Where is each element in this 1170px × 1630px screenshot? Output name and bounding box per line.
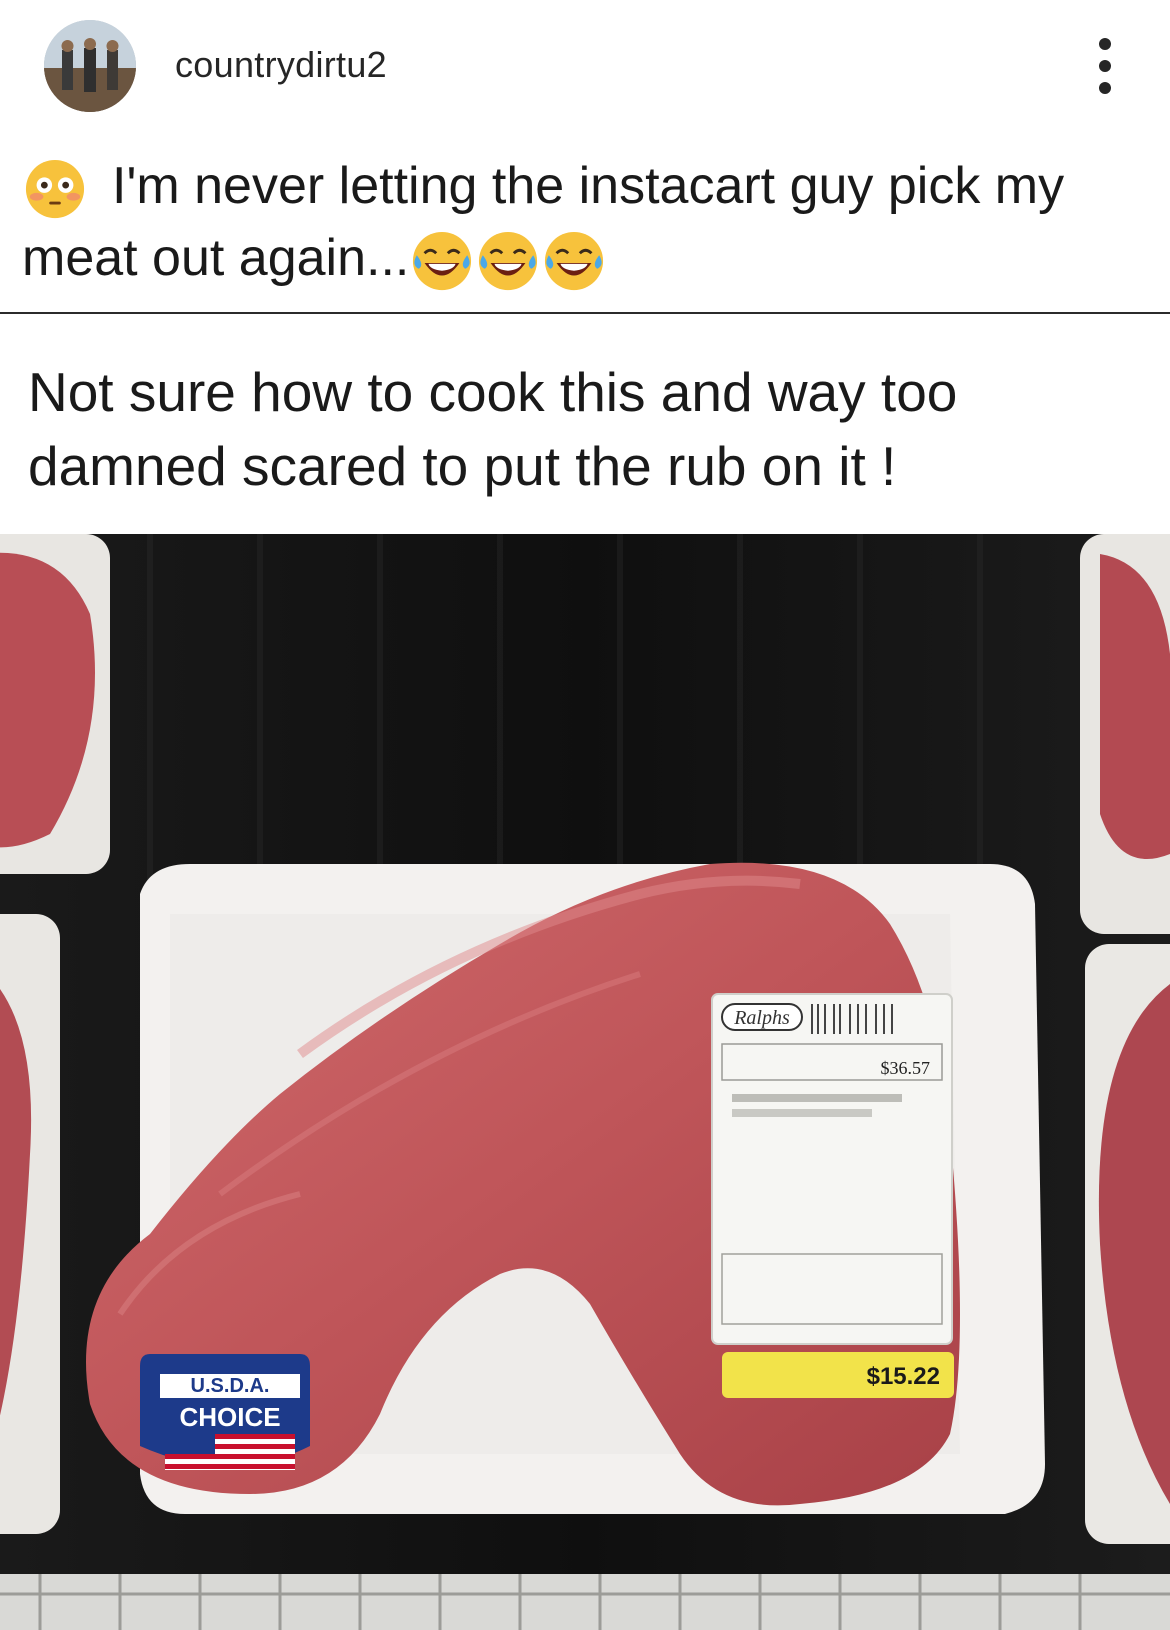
us-flag-icon (165, 1434, 295, 1470)
post-caption: I'm never letting the instacart guy pick… (22, 150, 1142, 294)
avatar-photo-icon (44, 20, 136, 112)
meat-package-photo: Ralphs $36.57 $15.22 U.S.D.A. CHOICE (0, 534, 1170, 1630)
post-header: countrydirtu2 (0, 0, 1170, 130)
more-options-vertical-icon (1099, 38, 1111, 94)
more-options-button[interactable] (1085, 34, 1125, 98)
username[interactable]: countrydirtu2 (175, 44, 387, 86)
store-label: Ralphs (733, 1007, 790, 1029)
label-price-small: $36.57 (881, 1058, 931, 1078)
post-photo[interactable]: Ralphs $36.57 $15.22 U.S.D.A. CHOICE (0, 534, 1170, 1630)
avatar[interactable] (44, 20, 136, 112)
laughing-tears-icon (413, 232, 472, 291)
laughing-tears-icon (479, 232, 538, 291)
usda-line2: CHOICE (179, 1402, 280, 1432)
divider (0, 312, 1170, 314)
laughing-tears-icon (545, 232, 604, 291)
usda-line1: U.S.D.A. (191, 1375, 270, 1397)
shared-post-text: Not sure how to cook this and way too da… (28, 361, 958, 497)
price-tag: $15.22 (867, 1363, 940, 1390)
flushed-face-icon (25, 160, 85, 219)
